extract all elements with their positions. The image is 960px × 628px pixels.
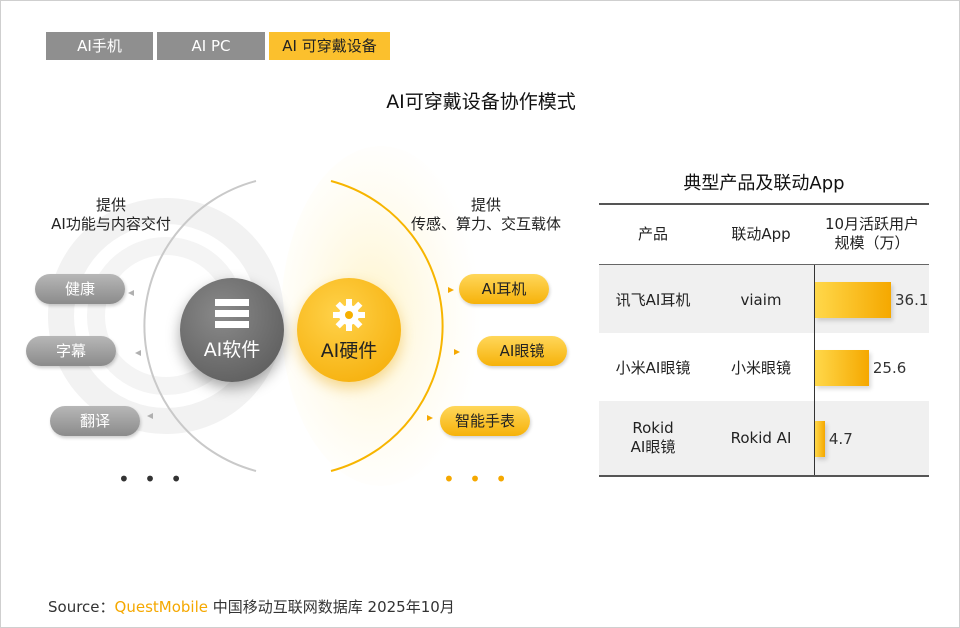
- header-mau-line2: 规模（万）: [834, 234, 910, 252]
- header-mau-line1: 10月活跃用户: [824, 215, 920, 233]
- row3-product-line1: Rokid: [632, 419, 674, 437]
- tab-ai-pc[interactable]: AI PC: [157, 32, 265, 60]
- table-title: 典型产品及联动App: [683, 173, 845, 194]
- software-item-subtitle: 字幕: [26, 336, 116, 366]
- ai-software-label: AI软件: [203, 338, 261, 361]
- row2-product: 小米AI眼镜: [615, 359, 691, 377]
- source-note: Source：QuestMobile 中国移动互联网数据库 2025年10月: [48, 596, 455, 617]
- row3-app: Rokid AI: [730, 429, 792, 447]
- bar-xiaomi-glasses: [815, 350, 869, 386]
- hardware-provide-line1: 提供: [470, 196, 501, 214]
- row2-app: 小米眼镜: [730, 359, 791, 377]
- header-app: 联动App: [731, 225, 791, 243]
- software-item-translate: 翻译: [50, 406, 140, 436]
- page-title: AI可穿戴设备协作模式: [386, 91, 576, 113]
- software-provide-label: 提供 AI功能与内容交付: [21, 196, 201, 234]
- source-prefix: Source：: [48, 598, 115, 616]
- row1-product: 讯飞AI耳机: [615, 291, 691, 309]
- hardware-provide-line2: 传感、算力、交互载体: [410, 215, 561, 233]
- table-top-rule: [599, 203, 929, 205]
- software-more-dots: • • •: [118, 467, 187, 491]
- software-item-health: 健康: [35, 274, 125, 304]
- bar-value-rokid-glasses: 4.7: [828, 430, 853, 448]
- hardware-provide-label: 提供 传感、算力、交互载体: [396, 196, 576, 234]
- gear-icon: [333, 298, 365, 331]
- ai-hardware-circle: AI硬件: [297, 278, 401, 382]
- hardware-more-dots: • • •: [443, 467, 512, 491]
- list-icon: [215, 298, 249, 328]
- tab-ai-wearables[interactable]: AI 可穿戴设备: [269, 32, 390, 60]
- hardware-item-ai-glasses: AI眼镜: [477, 336, 567, 366]
- tab-ai-phone[interactable]: AI手机: [46, 32, 153, 60]
- table-bottom-rule: [599, 475, 929, 477]
- source-rest: 中国移动互联网数据库 2025年10月: [207, 598, 455, 616]
- infographic-frame: AI手机 AI PC AI 可穿戴设备 AI可穿戴设备协作模式 提供 AI功能与…: [0, 0, 960, 628]
- source-brand: QuestMobile: [114, 598, 208, 616]
- arrow-subtitle: [135, 350, 141, 356]
- row3-product: Rokid AI眼镜: [599, 419, 707, 457]
- software-provide-line2: AI功能与内容交付: [51, 215, 171, 233]
- header-product: 产品: [637, 225, 668, 243]
- software-provide-line1: 提供: [95, 196, 126, 214]
- ai-hardware-label: AI硬件: [320, 339, 378, 362]
- arrow-health: [128, 290, 134, 296]
- bar-rokid-glasses: [815, 421, 825, 457]
- bar-value-xiaomi-glasses: 25.6: [872, 359, 907, 377]
- row3-product-line2: AI眼镜: [630, 438, 676, 456]
- hardware-item-ai-earphone: AI耳机: [459, 274, 549, 304]
- ai-software-circle: AI软件: [180, 278, 284, 382]
- hardware-item-smartwatch: 智能手表: [440, 406, 530, 436]
- header-mau: 10月活跃用户 规模（万）: [815, 215, 929, 253]
- row1-app: viaim: [740, 291, 782, 309]
- bar-iflytek-earphone: [815, 282, 891, 318]
- bar-value-iflytek-earphone: 36.1: [895, 291, 929, 309]
